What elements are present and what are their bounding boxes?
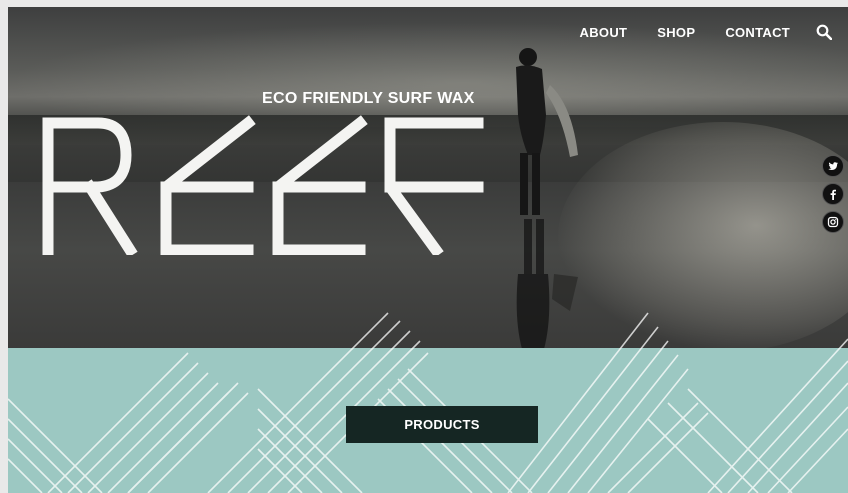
twitter-icon[interactable] [822, 155, 844, 177]
facebook-icon[interactable] [822, 183, 844, 205]
page-frame: ABOUT SHOP CONTACT ECO FRIENDLY SURF WAX [8, 7, 848, 493]
reef-logo [42, 115, 484, 255]
tagline: ECO FRIENDLY SURF WAX [262, 90, 475, 107]
products-button[interactable]: PRODUCTS [346, 406, 538, 443]
surfer-figure [516, 48, 578, 215]
instagram-icon[interactable] [822, 211, 844, 233]
nav-about[interactable]: ABOUT [580, 25, 628, 40]
social-links [822, 155, 844, 233]
search-icon[interactable] [816, 24, 832, 40]
chevron-line-pattern [8, 312, 848, 493]
nav-shop[interactable]: SHOP [657, 25, 695, 40]
nav-contact[interactable]: CONTACT [725, 25, 790, 40]
main-nav: ABOUT SHOP CONTACT [550, 24, 832, 40]
